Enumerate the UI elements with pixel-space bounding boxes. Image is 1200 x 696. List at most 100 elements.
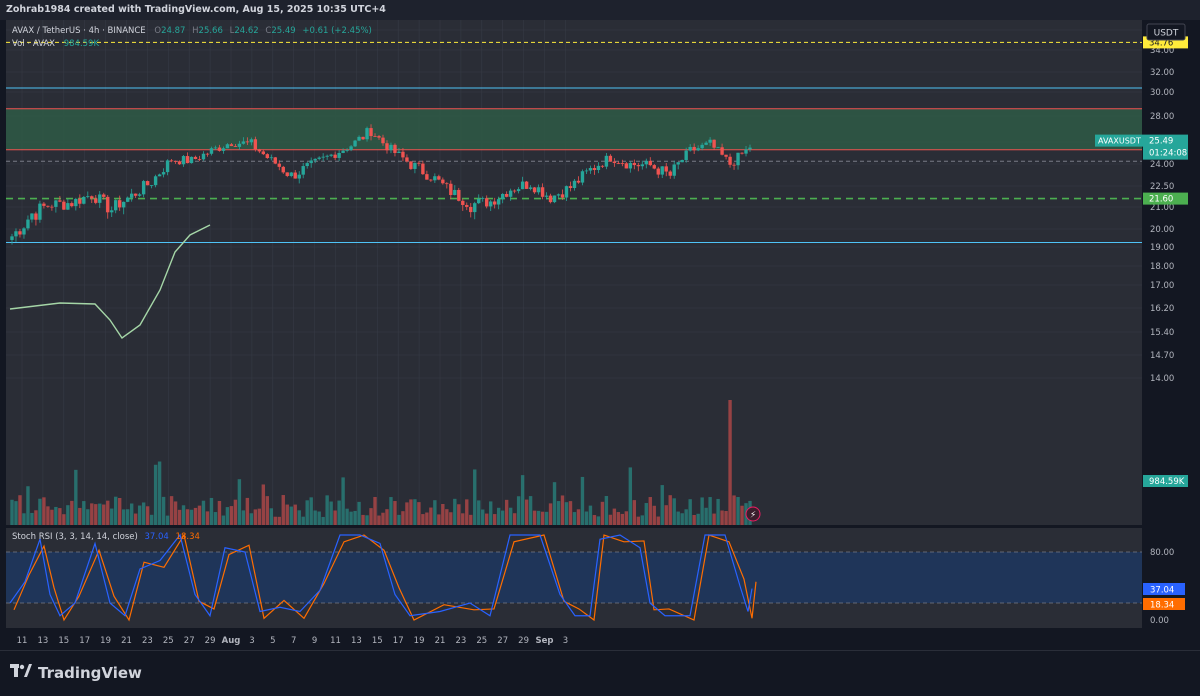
stoch-k-value: 37.04 [144,532,169,542]
candle-body [317,157,321,159]
candle-body [345,150,349,151]
candle-body [520,181,525,190]
volume-bar [325,495,329,525]
candle-body [461,200,465,205]
volume-bar [512,513,517,525]
volume-bar [740,505,744,525]
volume-bar [652,505,656,525]
candle-body [469,206,473,213]
volume-bar [473,469,477,525]
volume-bar [437,514,441,525]
volume-bar [78,507,82,525]
candle-body [201,153,206,160]
candle-body [373,136,377,137]
candle-body [736,152,740,166]
volume-bar [616,512,621,525]
candle-body [477,198,481,204]
volume-bar [301,516,305,525]
candle-body [118,200,122,208]
volume-bar [500,510,505,525]
volume-bar [86,509,90,525]
volume-bar [169,496,174,525]
volume-bar [656,516,660,525]
volume-bar [249,513,254,525]
candle-body [445,183,449,185]
candle-body [217,147,222,151]
candle-body [664,166,668,172]
candle-body [576,180,581,183]
stoch-legend[interactable]: Stoch RSI (3, 3, 14, 14, close) 37.04 18… [12,532,200,542]
tradingview-logo[interactable]: TradingView [10,664,142,682]
main-plot-area[interactable] [6,20,1142,525]
volume-bar [213,512,218,525]
volume-bar [620,513,625,525]
x-tick-label: 13 [37,636,48,646]
volume-bar [269,508,273,525]
volume-bar [217,500,222,525]
symbol-legend[interactable]: AVAX / TetherUS · 4h · BINANCE O24.87 H2… [12,26,372,36]
lightning-glyph: ⚡ [750,511,756,521]
x-tick-label: 3 [563,636,568,646]
y-tick-label: 30.00 [1150,88,1174,98]
volume-bar [22,513,26,525]
stoch-tick-80: 80.00 [1150,548,1174,558]
volume-bar [624,511,629,525]
candle-body [145,181,150,186]
candle-body [129,193,134,198]
symbol-tag-text: AVAXUSDT [1098,137,1141,146]
candle-body [14,231,18,237]
volume-bar [34,510,38,525]
price-chart[interactable]: 36.0034.0032.0030.0028.0026.0024.0022.50… [0,20,1200,650]
candle-body [481,198,485,199]
candle-body [485,198,489,207]
candle-body [273,157,277,164]
volume-bar [688,499,692,525]
candle-body [620,163,625,164]
x-tick-label: 19 [100,636,111,646]
volume-bar [508,507,513,525]
symbol-name: AVAX / TetherUS · 4h · BINANCE [12,26,146,36]
volume-bar [728,400,732,525]
candle-body [397,151,401,153]
candle-body [221,148,226,151]
candle-body [616,162,621,164]
volume-bar [289,506,293,525]
volume-bar [293,504,297,525]
volume-bar [157,461,162,525]
volume-bar [704,507,708,525]
volume-bar [54,506,58,525]
candle-body [504,193,509,197]
volume-bar [118,497,122,525]
volume-bar [736,496,740,525]
x-tick-label: 29 [205,636,216,646]
volume-bar [38,498,42,525]
y-tick-label: 18.00 [1150,262,1174,272]
x-tick-label: 11 [17,636,28,646]
candle-body [153,176,158,186]
candle-body [740,152,744,154]
candle-body [425,174,429,180]
volume-bar [70,500,74,525]
resistance-zone [6,108,1142,150]
volume-bar [321,516,325,525]
volume-bar [504,499,509,525]
volume-bar [481,509,485,525]
volume-bar [580,476,585,525]
candle-body [257,149,262,152]
candle-body [632,163,637,166]
volume-bar [329,501,333,525]
candle-body [720,147,724,155]
volume-bar [233,499,238,525]
volume-bar [600,501,605,525]
candle-body [229,144,234,147]
volume-bar [353,510,357,525]
price-tag-text: 21.60 [1149,195,1173,205]
volume-bar [201,500,206,525]
candle-body [588,168,593,171]
volume-legend[interactable]: Vol · AVAX 984.59K [12,39,99,49]
x-tick-label: 5 [270,636,275,646]
volume-bar [485,513,489,525]
volume-bar [393,501,397,525]
volume-bar [261,484,266,525]
candle-body [241,141,246,144]
